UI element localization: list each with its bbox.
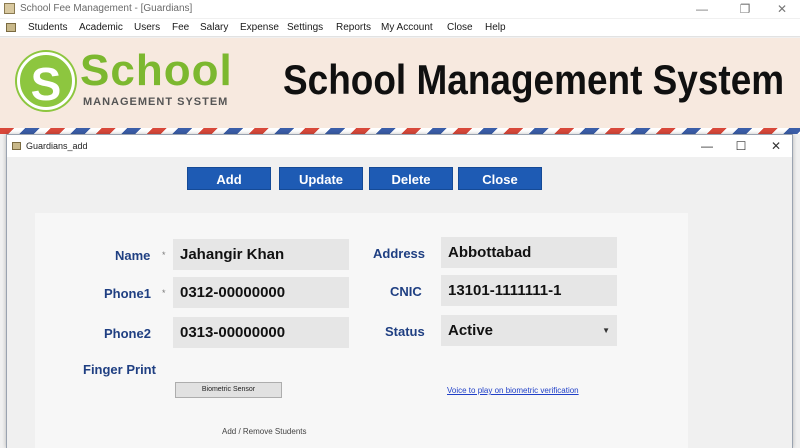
- dialog-close-icon[interactable]: ✕: [764, 137, 788, 155]
- dialog-title: Guardians_add: [26, 141, 88, 151]
- menu-academic[interactable]: Academic: [79, 22, 123, 33]
- close-icon[interactable]: ✕: [768, 0, 796, 18]
- phone1-label: Phone1: [104, 286, 151, 301]
- logo-tagline: MANAGEMENT SYSTEM: [83, 96, 229, 108]
- menu-students[interactable]: Students: [28, 22, 67, 33]
- menu-fee[interactable]: Fee: [172, 22, 189, 33]
- required-mark: *: [162, 250, 166, 260]
- app-icon: [4, 3, 15, 14]
- menu-close[interactable]: Close: [447, 22, 473, 33]
- close-button[interactable]: Close: [458, 167, 542, 190]
- finger-print-label: Finger Print: [83, 362, 156, 377]
- name-field[interactable]: Jahangir Khan: [173, 239, 349, 270]
- menu-bar: Students Academic Users Fee Salary Expen…: [0, 19, 800, 37]
- restore-icon[interactable]: ❐: [731, 0, 759, 18]
- dialog-maximize-icon[interactable]: ☐: [729, 137, 753, 155]
- add-remove-students-link[interactable]: Add / Remove Students: [222, 427, 307, 436]
- status-select[interactable]: Active ▼: [441, 315, 617, 346]
- window-title: School Fee Management - [Guardians]: [20, 3, 193, 14]
- window-title-bar: School Fee Management - [Guardians] — ❐ …: [0, 0, 800, 18]
- phone2-label: Phone2: [104, 326, 151, 341]
- update-button[interactable]: Update: [279, 167, 363, 190]
- menu-users[interactable]: Users: [134, 22, 160, 33]
- menu-my-account[interactable]: My Account: [381, 22, 433, 33]
- menu-expense[interactable]: Expense: [240, 22, 279, 33]
- dropdown-arrow-icon[interactable]: ▼: [602, 315, 610, 346]
- dialog-app-icon: [12, 142, 21, 150]
- status-label: Status: [385, 324, 425, 339]
- biometric-sensor-button[interactable]: Biometric Sensor: [175, 382, 282, 398]
- delete-button[interactable]: Delete: [369, 167, 453, 190]
- menu-help[interactable]: Help: [485, 22, 506, 33]
- banner-heading: School Management System: [283, 56, 785, 103]
- name-label: Name: [115, 248, 151, 263]
- cnic-label: CNIC: [390, 284, 422, 299]
- mdi-child-icon[interactable]: [6, 23, 16, 32]
- address-label: Address: [373, 246, 426, 261]
- menu-settings[interactable]: Settings: [287, 22, 323, 33]
- menu-reports[interactable]: Reports: [336, 22, 371, 33]
- address-field[interactable]: Abbottabad: [441, 237, 617, 268]
- voice-verification-link[interactable]: Voice to play on biometric verification: [447, 386, 579, 395]
- status-value: Active: [448, 322, 494, 339]
- phone2-field[interactable]: 0313-00000000: [173, 317, 349, 348]
- logo-wordmark: School: [80, 46, 233, 95]
- phone1-field[interactable]: 0312-00000000: [173, 277, 349, 308]
- dialog-minimize-icon[interactable]: —: [695, 137, 719, 155]
- menu-salary[interactable]: Salary: [200, 22, 228, 33]
- minimize-icon[interactable]: —: [688, 0, 716, 18]
- dialog-title-bar: Guardians_add — ☐ ✕: [7, 135, 792, 157]
- guardians-add-dialog: Guardians_add — ☐ ✕ Add Update Delete Cl…: [6, 134, 793, 448]
- required-mark: *: [162, 288, 166, 298]
- dialog-body: Add Update Delete Close Name * Jahangir …: [7, 157, 792, 448]
- add-button[interactable]: Add: [187, 167, 271, 190]
- logo-icon: S: [17, 52, 75, 110]
- cnic-field[interactable]: 13101-1111111-1: [441, 275, 617, 306]
